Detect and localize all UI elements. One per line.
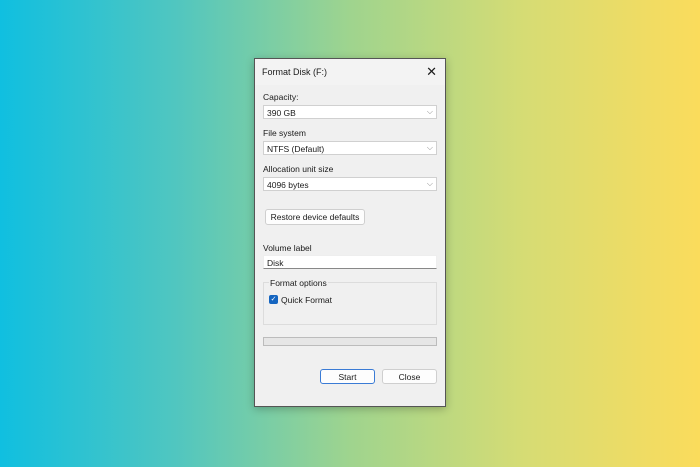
format-options-label: Format options — [269, 278, 328, 288]
allocation-label: Allocation unit size — [263, 164, 334, 174]
quick-format-label[interactable]: Quick Format — [281, 295, 332, 305]
title-bar: Format Disk (F:) ✕ — [255, 59, 445, 85]
chevron-down-icon: ⌵ — [426, 107, 433, 116]
volume-label-value: Disk — [267, 258, 284, 268]
chevron-down-icon: ⌵ — [426, 143, 433, 152]
dialog-title: Format Disk (F:) — [262, 67, 327, 77]
capacity-select[interactable]: 390 GB ⌵ — [263, 105, 437, 119]
close-button[interactable]: Close — [382, 369, 437, 384]
volume-label-input[interactable]: Disk — [263, 255, 437, 269]
capacity-value: 390 GB — [267, 108, 296, 118]
allocation-value: 4096 bytes — [267, 180, 309, 190]
restore-defaults-button[interactable]: Restore device defaults — [265, 209, 365, 225]
format-disk-dialog: Format Disk (F:) ✕ Capacity: 390 GB ⌵ Fil… — [254, 58, 446, 407]
progress-bar — [263, 337, 437, 346]
quick-format-checkbox[interactable]: ✓ — [269, 295, 278, 304]
file-system-value: NTFS (Default) — [267, 144, 325, 154]
file-system-select[interactable]: NTFS (Default) ⌵ — [263, 141, 437, 155]
start-button[interactable]: Start — [320, 369, 375, 384]
volume-label-label: Volume label — [263, 243, 312, 253]
close-icon[interactable]: ✕ — [426, 64, 437, 80]
allocation-select[interactable]: 4096 bytes ⌵ — [263, 177, 437, 191]
chevron-down-icon: ⌵ — [426, 179, 433, 188]
file-system-label: File system — [263, 128, 306, 138]
capacity-label: Capacity: — [263, 92, 299, 102]
